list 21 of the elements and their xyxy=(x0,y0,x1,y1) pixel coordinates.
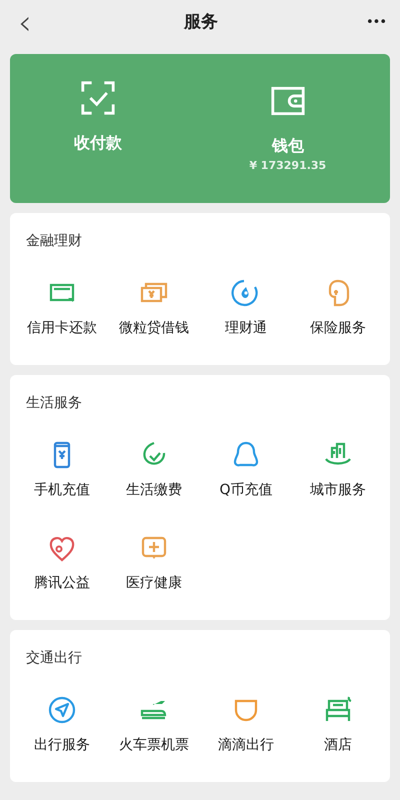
service-item[interactable]: 微粒贷借钱 xyxy=(108,272,200,345)
page-title: 服务 xyxy=(184,10,218,34)
service-item[interactable]: 出行服务 xyxy=(16,689,108,762)
service-item[interactable]: 城市服务 xyxy=(292,434,384,507)
service-item[interactable]: 滴滴出行 xyxy=(200,689,292,762)
service-item[interactable]: 信用卡还款 xyxy=(16,272,108,345)
service-item[interactable]: 理财通 xyxy=(200,272,292,345)
service-item[interactable]: 腾讯公益 xyxy=(16,527,108,600)
service-item[interactable]: 酒店 xyxy=(292,689,384,762)
service-item[interactable]: 保险服务 xyxy=(292,272,384,345)
service-item[interactable]: Q币充值 xyxy=(200,434,292,507)
service-item[interactable]: 医疗健康 xyxy=(108,527,200,600)
section-title: 金融理财 xyxy=(25,232,83,251)
more-button[interactable]: ••• xyxy=(366,12,386,32)
service-item[interactable]: 手机充值 xyxy=(16,434,108,507)
service-item[interactable]: 生活缴费 xyxy=(108,434,200,507)
section-title: 交通出行 xyxy=(25,649,83,668)
section-title: 生活服务 xyxy=(25,394,83,413)
scan-check-icon xyxy=(78,79,117,118)
service-item[interactable]: 火车票机票 xyxy=(108,689,200,762)
back-button[interactable]: ‹ xyxy=(14,6,36,40)
